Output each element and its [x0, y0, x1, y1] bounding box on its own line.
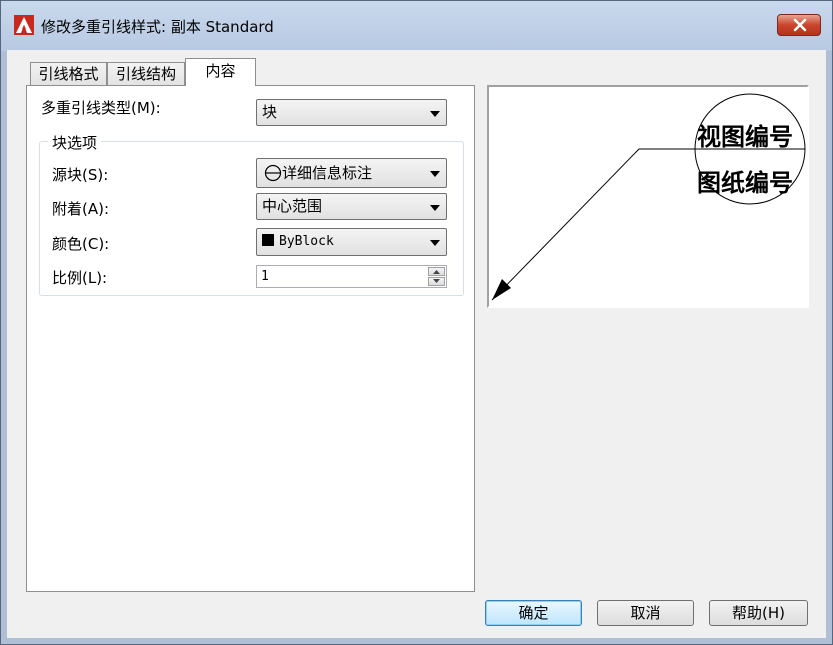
cancel-button[interactable]: 取消 — [597, 600, 694, 626]
window-title: 修改多重引线样式: 副本 Standard — [41, 18, 274, 36]
leader-type-value: 块 — [262, 103, 278, 121]
scale-value: 1 — [261, 269, 269, 284]
autocad-icon — [14, 15, 34, 35]
close-button[interactable] — [777, 14, 821, 36]
arrow-up-icon — [433, 270, 440, 274]
color-swatch — [262, 234, 274, 246]
preview-sheet-number: 图纸编号 — [697, 168, 793, 197]
attachment-value: 中心范围 — [262, 197, 323, 215]
spin-up-button[interactable] — [428, 267, 445, 276]
arrowhead-icon — [492, 279, 511, 300]
attachment-label: 附着(A): — [52, 200, 110, 218]
source-block-label: 源块(S): — [52, 166, 109, 184]
scale-spinner[interactable]: 1 — [256, 265, 447, 288]
scale-label: 比例(L): — [52, 269, 108, 287]
arrow-down-icon — [433, 279, 440, 283]
chevron-down-icon — [430, 240, 440, 246]
chevron-down-icon — [430, 205, 440, 211]
color-value: ByBlock — [279, 234, 334, 249]
circle-block-icon — [264, 164, 282, 182]
chevron-down-icon — [430, 171, 440, 177]
spin-down-button[interactable] — [428, 277, 445, 286]
tab-leader-structure[interactable]: 引线结构 — [107, 62, 185, 85]
leader-preview: 视图编号 图纸编号 — [491, 93, 806, 301]
title-bar[interactable]: 修改多重引线样式: 副本 Standard — [1, 1, 832, 51]
preview-view-number: 视图编号 — [697, 122, 793, 151]
ok-button[interactable]: 确定 — [485, 600, 582, 626]
source-block-value: 详细信息标注 — [282, 164, 373, 182]
help-button[interactable]: 帮助(H) — [709, 600, 808, 626]
chevron-down-icon — [430, 111, 440, 117]
close-icon — [793, 18, 807, 32]
block-options-title: 块选项 — [48, 132, 102, 153]
source-block-dropdown[interactable]: 详细信息标注 — [256, 158, 447, 188]
leader-type-dropdown[interactable]: 块 — [256, 99, 447, 126]
tab-leader-format[interactable]: 引线格式 — [30, 62, 107, 85]
color-label: 颜色(C): — [52, 235, 110, 253]
color-dropdown[interactable]: ByBlock — [256, 228, 447, 256]
preview-pane: 视图编号 图纸编号 — [487, 85, 809, 308]
leader-type-label: 多重引线类型(M): — [41, 99, 161, 117]
tab-content[interactable]: 内容 — [185, 58, 256, 86]
attachment-dropdown[interactable]: 中心范围 — [256, 193, 447, 220]
